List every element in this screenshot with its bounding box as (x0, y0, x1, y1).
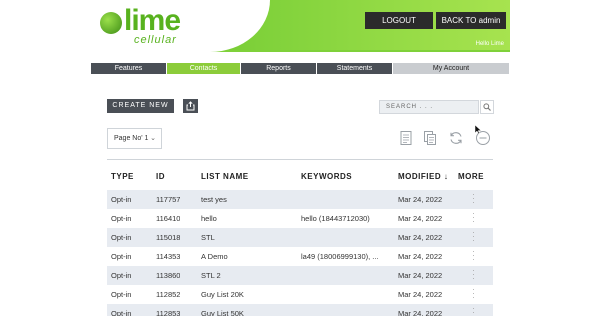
chevron-down-icon: ⌄ (150, 135, 156, 142)
cell-type: Opt-in (111, 271, 132, 280)
search-button[interactable] (480, 100, 494, 114)
cell-type: Opt-in (111, 195, 132, 204)
header-banner: lime cellular LOGOUT BACK TO admin Hello… (90, 0, 510, 52)
export-button[interactable] (183, 99, 198, 113)
table-row[interactable]: Opt-in 112852 Guy List 20K Mar 24, 2022 … (107, 285, 493, 304)
cell-type: Opt-in (111, 309, 132, 316)
col-header-modified[interactable]: MODIFIED ↓ (398, 172, 448, 181)
cell-id: 115018 (156, 233, 181, 242)
col-header-more: MORE (458, 172, 484, 181)
cell-modified: Mar 24, 2022 (398, 252, 443, 261)
refresh-icon[interactable] (448, 130, 464, 146)
cell-list-name[interactable]: test yes (201, 190, 296, 209)
cell-modified: Mar 24, 2022 (398, 271, 443, 280)
cell-modified: Mar 24, 2022 (398, 309, 443, 316)
col-header-type[interactable]: TYPE (111, 172, 134, 181)
logo[interactable]: lime cellular (90, 0, 270, 52)
main-nav: Features Contacts Reports Statements My … (91, 63, 509, 74)
search-input[interactable]: SEARCH . . . (379, 100, 479, 114)
cell-list-name[interactable]: STL (201, 228, 296, 247)
share-icon (186, 101, 195, 111)
more-options-icon[interactable]: ··· (472, 248, 475, 264)
mouse-cursor-icon (474, 124, 482, 135)
back-to-admin-button[interactable]: BACK TO admin (436, 12, 506, 29)
more-options-icon[interactable]: ··· (472, 191, 475, 207)
page-selector[interactable]: Page No' 1 ⌄ (107, 128, 162, 149)
cell-type: Opt-in (111, 233, 132, 242)
cell-list-name[interactable]: A Demo (201, 247, 296, 266)
table-row[interactable]: Opt-in 112853 Guy List 50K Mar 24, 2022 … (107, 304, 493, 316)
cell-id: 117757 (156, 195, 181, 204)
cell-keywords: hello (18443712030) (301, 214, 370, 223)
more-options-icon[interactable]: ··· (472, 210, 475, 226)
cell-type: Opt-in (111, 290, 132, 299)
cell-modified: Mar 24, 2022 (398, 290, 443, 299)
search-icon (483, 103, 491, 111)
col-header-keywords[interactable]: KEYWORDS (301, 172, 352, 181)
table-top-divider (107, 159, 493, 160)
logo-sub-text: cellular (134, 34, 177, 46)
cell-list-name[interactable]: Guy List 50K (201, 304, 296, 316)
cell-id: 112853 (156, 309, 181, 316)
cell-type: Opt-in (111, 214, 132, 223)
cell-type: Opt-in (111, 252, 132, 261)
table-row[interactable]: Opt-in 114353 A Demo la49 (18006999130),… (107, 247, 493, 266)
page-selector-label: Page No' 1 (114, 135, 149, 142)
cell-modified: Mar 24, 2022 (398, 233, 443, 242)
nav-item-features[interactable]: Features (91, 63, 167, 74)
logo-main-text: lime (124, 4, 181, 37)
more-options-icon[interactable]: ··· (472, 229, 475, 245)
greeting-text: Hello Lime (475, 41, 504, 47)
cell-id: 112852 (156, 290, 181, 299)
cell-id: 114353 (156, 252, 181, 261)
create-new-button[interactable]: CREATE NEW (107, 99, 174, 113)
logout-button[interactable]: LOGOUT (365, 12, 433, 29)
col-header-list-name[interactable]: LIST NAME (201, 172, 249, 181)
cell-list-name[interactable]: Guy List 20K (201, 285, 296, 304)
table-row[interactable]: Opt-in 113860 STL 2 Mar 24, 2022 · · · (107, 266, 493, 285)
cell-id: 116410 (156, 214, 181, 223)
copy-icon[interactable] (422, 130, 438, 146)
col-header-id[interactable]: ID (156, 172, 165, 181)
table-row[interactable]: Opt-in 116410 hello hello (18443712030) … (107, 209, 493, 228)
nav-item-reports[interactable]: Reports (241, 63, 317, 74)
table-row[interactable]: Opt-in 117757 test yes Mar 24, 2022 · · · (107, 190, 493, 209)
more-options-icon[interactable]: ··· (472, 286, 475, 302)
lime-ball-icon (100, 12, 122, 34)
nav-item-my-account[interactable]: My Account (393, 63, 509, 74)
cell-list-name[interactable]: STL 2 (201, 266, 296, 285)
cell-modified: Mar 24, 2022 (398, 214, 443, 223)
more-options-icon[interactable]: ··· (472, 267, 475, 283)
nav-item-contacts[interactable]: Contacts (167, 63, 241, 74)
page: { "header": { "logo_main": "lime", "logo… (0, 0, 600, 316)
document-icon[interactable] (398, 130, 414, 146)
cell-modified: Mar 24, 2022 (398, 195, 443, 204)
more-options-icon[interactable]: ··· (472, 305, 475, 316)
nav-item-statements[interactable]: Statements (317, 63, 393, 74)
cell-id: 113860 (156, 271, 181, 280)
cell-keywords: la49 (18006999130), ... (301, 252, 379, 261)
cell-list-name[interactable]: hello (201, 209, 296, 228)
table-row[interactable]: Opt-in 115018 STL Mar 24, 2022 · · · (107, 228, 493, 247)
